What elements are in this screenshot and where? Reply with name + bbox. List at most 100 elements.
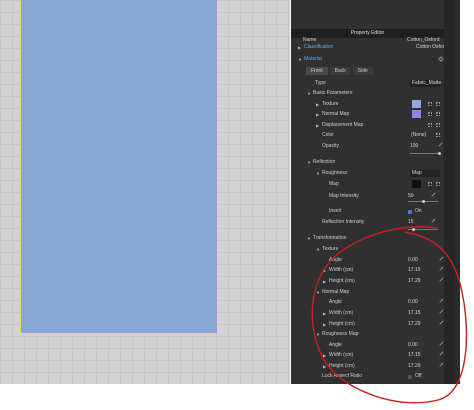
expand-arrow-icon[interactable]: ▶ [323, 309, 326, 318]
color-row[interactable]: Color (None) [291, 131, 444, 140]
scrollbar[interactable] [455, 0, 460, 384]
classification-row[interactable]: ▶ Classification Cotton Oxford [291, 43, 444, 52]
fabric-pattern-piece[interactable] [20, 0, 218, 334]
normal-map-row[interactable]: ▶ Normal Map [291, 110, 444, 119]
tab-front[interactable]: Front [306, 67, 328, 75]
opacity-slider-knob[interactable] [438, 152, 441, 155]
roughness-row[interactable]: ▼ Roughness Map [291, 169, 444, 178]
edit-icon[interactable] [439, 320, 444, 325]
edit-icon[interactable] [439, 277, 444, 282]
expand-arrow-icon[interactable]: ▶ [323, 351, 326, 360]
normal-angle-row[interactable]: Angle 0.00 [291, 298, 444, 307]
collapse-arrow-icon[interactable]: ▼ [316, 169, 320, 178]
collapse-arrow-icon[interactable]: ▼ [316, 245, 320, 254]
invert-row[interactable]: Invert On [291, 207, 444, 216]
reflection-intensity-value[interactable]: 15 [408, 218, 414, 227]
classification-label[interactable]: Classification [304, 43, 333, 52]
opacity-value[interactable]: 100 [410, 142, 418, 151]
normal-width-row[interactable]: ▶ Width (cm) 17.15 [291, 309, 444, 318]
expand-arrow-icon[interactable]: ▶ [298, 43, 301, 52]
expand-arrow-icon[interactable]: ▶ [323, 266, 326, 275]
angle-value[interactable]: 0.00 [408, 298, 418, 307]
texture-swatch[interactable] [412, 100, 421, 108]
collapse-arrow-icon[interactable]: ▼ [307, 158, 311, 167]
edit-icon[interactable] [439, 341, 444, 346]
texture-width-row[interactable]: ▶ Width (cm) 17.15 [291, 266, 444, 275]
roughness-angle-row[interactable]: Angle 0.00 [291, 341, 444, 350]
grid-icon[interactable] [436, 133, 440, 137]
reflection-row[interactable]: ▼ Reflection [291, 158, 444, 167]
map-intensity-slider-knob[interactable] [422, 200, 425, 203]
roughness-select[interactable]: Map [410, 170, 440, 177]
normal-height-row[interactable]: ▶ Height (cm) 17.29 [291, 320, 444, 329]
expand-arrow-icon[interactable]: ▶ [316, 100, 319, 109]
width-value[interactable]: 17.15 [408, 309, 421, 318]
width-value[interactable]: 17.15 [408, 351, 421, 360]
collapse-arrow-icon[interactable]: ▼ [316, 288, 320, 297]
grid-icon[interactable] [428, 182, 432, 186]
angle-value[interactable]: 0.00 [408, 341, 418, 350]
grid-icon[interactable] [428, 112, 432, 116]
edit-icon[interactable] [431, 218, 436, 223]
basic-parameters-row[interactable]: ▼ Basic Parameters [291, 89, 444, 98]
roughness-height-row[interactable]: ▶ Height (cm) 17.29 [291, 362, 444, 371]
map-row[interactable]: Map [291, 180, 444, 189]
grid-icon[interactable] [436, 182, 440, 186]
edit-icon[interactable] [431, 192, 436, 197]
roughness-width-row[interactable]: ▶ Width (cm) 17.15 [291, 351, 444, 360]
material-label[interactable]: Material [304, 55, 322, 64]
edit-icon[interactable] [439, 309, 444, 314]
grid-icon[interactable] [436, 102, 440, 106]
grid-icon[interactable] [428, 102, 432, 106]
expand-arrow-icon[interactable]: ▶ [323, 277, 326, 286]
pin-icon[interactable] [438, 56, 444, 62]
angle-value[interactable]: 0.00 [408, 256, 418, 265]
edit-icon[interactable] [439, 266, 444, 271]
collapse-arrow-icon[interactable]: ▼ [307, 89, 311, 98]
color-value[interactable]: (None) [411, 131, 426, 140]
transformation-row[interactable]: ▼ Transformation [291, 234, 444, 243]
height-value[interactable]: 17.29 [408, 362, 421, 371]
expand-arrow-icon[interactable]: ▶ [323, 362, 326, 371]
edit-icon[interactable] [438, 142, 443, 147]
edit-icon[interactable] [439, 362, 444, 367]
tab-side[interactable]: Side [352, 67, 373, 75]
transform-group-roughness-map[interactable]: ▼ Roughness Map [291, 330, 444, 339]
grid-icon[interactable] [436, 112, 440, 116]
reflection-intensity-row[interactable]: Reflection Intensity 15 [291, 218, 444, 227]
edit-icon[interactable] [439, 298, 444, 303]
lock-aspect-row[interactable]: Lock Aspect Ratio Off [291, 372, 444, 381]
map-intensity-value[interactable]: 50 [408, 192, 414, 201]
displacement-map-row[interactable]: ▶ Displacement Map [291, 121, 444, 130]
opacity-row[interactable]: Opacity 100 [291, 142, 444, 151]
collapse-arrow-icon[interactable]: ▼ [298, 55, 302, 64]
height-value[interactable]: 17.29 [408, 320, 421, 329]
grid-icon[interactable] [428, 123, 432, 127]
grid-icon[interactable] [436, 123, 440, 127]
expand-arrow-icon[interactable]: ▶ [316, 110, 319, 119]
transform-group-texture[interactable]: ▼ Texture [291, 245, 444, 254]
width-value[interactable]: 17.15 [408, 266, 421, 275]
texture-angle-row[interactable]: Angle 0.00 [291, 256, 444, 265]
height-value[interactable]: 17.29 [408, 277, 421, 286]
3d-viewport[interactable] [0, 0, 290, 384]
texture-row[interactable]: ▶ Texture [291, 100, 444, 109]
expand-arrow-icon[interactable]: ▶ [323, 320, 326, 329]
opacity-slider[interactable] [410, 153, 440, 154]
type-select[interactable]: Fabric_Matte [410, 80, 441, 87]
material-row[interactable]: ▼ Material [291, 55, 444, 64]
edit-icon[interactable] [439, 351, 444, 356]
collapse-arrow-icon[interactable]: ▼ [307, 234, 311, 243]
collapse-arrow-icon[interactable]: ▼ [316, 330, 320, 339]
map-intensity-row[interactable]: Map Intensity 50 [291, 192, 444, 201]
checkbox-icon[interactable] [408, 375, 412, 379]
checkbox-icon[interactable] [408, 210, 412, 214]
edit-icon[interactable] [439, 256, 444, 261]
texture-height-row[interactable]: ▶ Height (cm) 17.29 [291, 277, 444, 286]
transform-group-normal-map[interactable]: ▼ Normal Map [291, 288, 444, 297]
roughness-map-swatch[interactable] [412, 180, 421, 188]
tab-back[interactable]: Back [329, 67, 351, 75]
reflection-intensity-slider-knob[interactable] [412, 228, 415, 231]
normal-map-swatch[interactable] [412, 110, 421, 118]
expand-arrow-icon[interactable]: ▶ [316, 121, 319, 130]
